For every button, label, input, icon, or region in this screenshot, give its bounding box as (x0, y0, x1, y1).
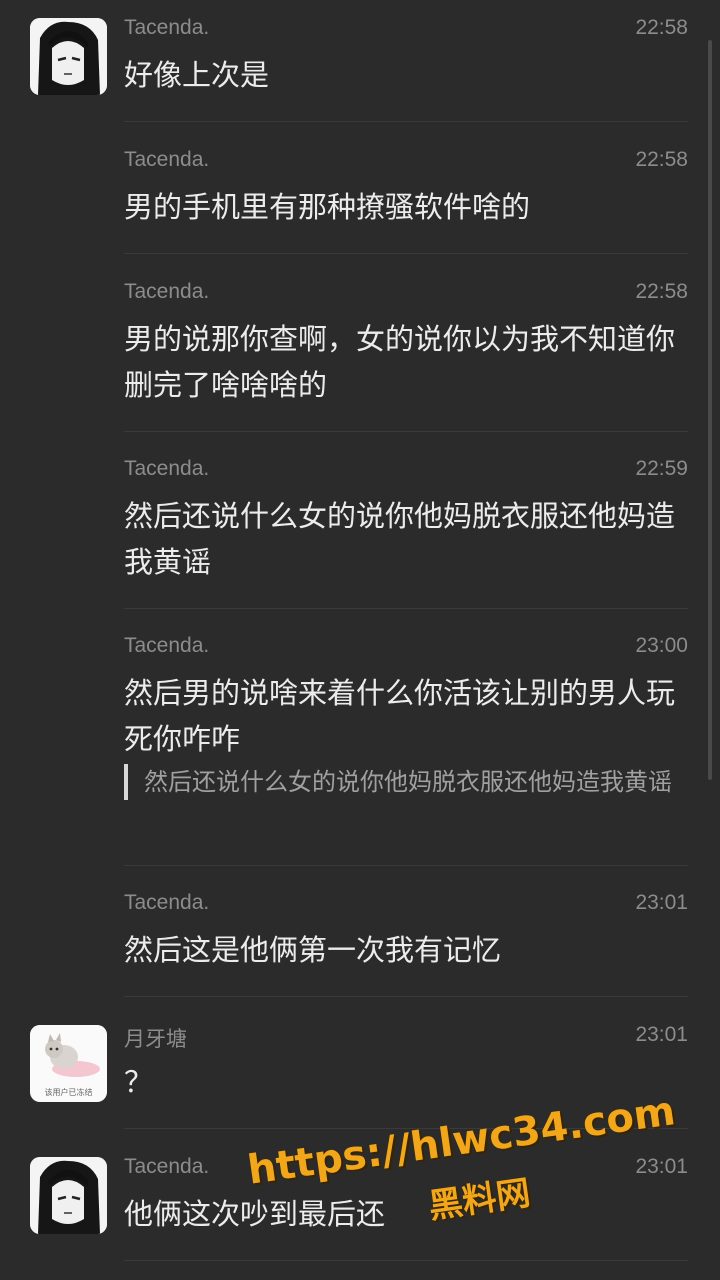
sender-name: Tacenda. (124, 634, 210, 657)
sender-name: Tacenda. (124, 457, 210, 480)
sender-name: Tacenda. (124, 1155, 210, 1178)
avatar-caption: 该用户已冻结 (44, 1088, 93, 1097)
message-time: 22:59 (635, 457, 688, 480)
sender-name: Tacenda. (124, 280, 210, 303)
sender-name: Tacenda. (124, 891, 210, 914)
message-time: 23:01 (635, 891, 688, 914)
quoted-reply[interactable]: 然后还说什么女的说你他妈脱衣服还他妈造我黄谣 (124, 764, 704, 800)
sender-name: Tacenda. (124, 16, 210, 39)
message-text[interactable]: 然后男的说啥来着什么你活该让别的男人玩死你咋咋 (124, 670, 684, 762)
message-time: 23:01 (635, 1023, 688, 1046)
message-text[interactable]: 男的说那你查啊，女的说你以为我不知道你删完了啥啥啥的 (124, 316, 684, 408)
message-time: 22:58 (635, 280, 688, 303)
message-text[interactable]: 然后这是他俩第一次我有记忆 (124, 927, 684, 973)
sender-name: 月牙塘 (124, 1028, 187, 1051)
message-text[interactable]: 他俩这次吵到最后还 (124, 1191, 684, 1237)
message-text[interactable]: 然后还说什么女的说你他妈脱衣服还他妈造我黄谣 (124, 493, 684, 585)
divider (124, 608, 688, 609)
message-time: 23:01 (635, 1155, 688, 1178)
cat-avatar-icon[interactable]: 该用户已冻结 (30, 1025, 107, 1102)
anime-girl-avatar-icon[interactable] (30, 18, 107, 95)
message-time: 22:58 (635, 16, 688, 39)
scrollbar[interactable] (708, 40, 712, 780)
divider (124, 1260, 688, 1261)
message-text[interactable]: 好像上次是 (124, 52, 684, 98)
divider (124, 865, 688, 866)
divider (124, 121, 688, 122)
message-text[interactable]: 男的手机里有那种撩骚软件啥的 (124, 184, 684, 230)
message-time: 22:58 (635, 148, 688, 171)
divider (124, 996, 688, 997)
divider (124, 431, 688, 432)
sender-name: Tacenda. (124, 148, 210, 171)
anime-girl-avatar-icon[interactable] (30, 1157, 107, 1234)
divider (124, 253, 688, 254)
message-time: 23:00 (635, 634, 688, 657)
